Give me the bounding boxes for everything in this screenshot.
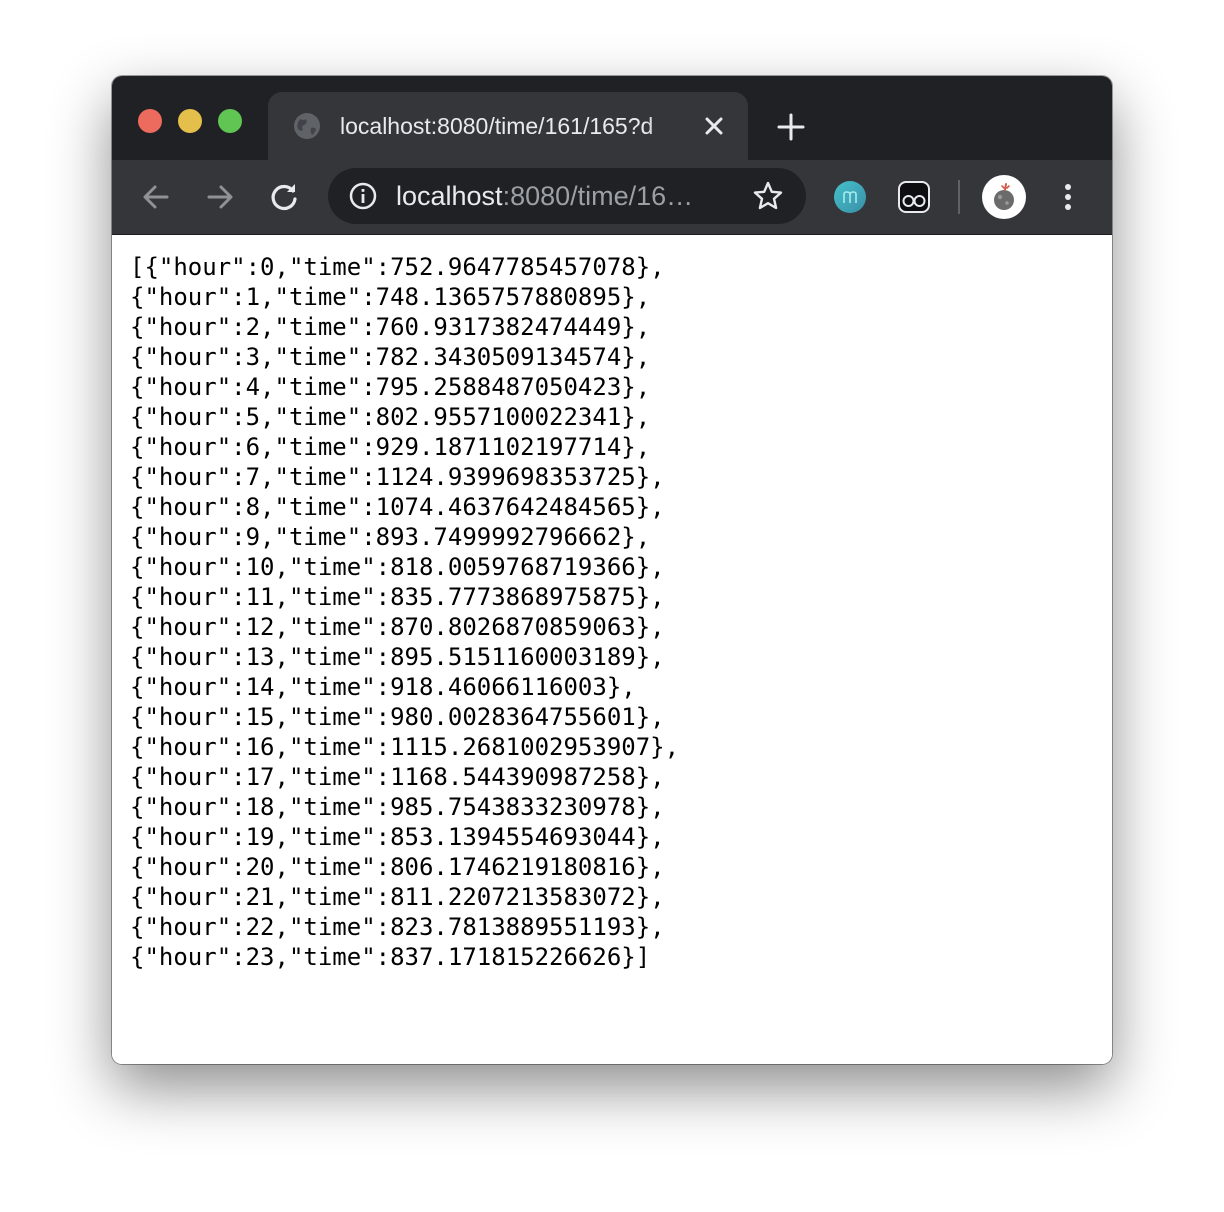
arrow-left-icon[interactable] bbox=[138, 179, 174, 215]
browser-window: localhost:8080/time/161/165?d localhost:… bbox=[112, 76, 1112, 1064]
address-host: localhost bbox=[396, 181, 503, 211]
json-line: {"hour":1,"time":748.1365757880895}, bbox=[130, 283, 651, 311]
json-line: {"hour":7,"time":1124.9399698353725}, bbox=[130, 463, 665, 491]
json-line: [{"hour":0,"time":752.9647785457078}, bbox=[130, 253, 665, 281]
json-line: {"hour":19,"time":853.1394554693044}, bbox=[130, 823, 665, 851]
globe-icon bbox=[294, 113, 320, 139]
json-line: {"hour":14,"time":918.46066116003}, bbox=[130, 673, 636, 701]
tab-strip: localhost:8080/time/161/165?d bbox=[112, 76, 1112, 160]
json-line: {"hour":8,"time":1074.4637642484565}, bbox=[130, 493, 665, 521]
address-text[interactable]: localhost:8080/time/16… bbox=[396, 180, 732, 212]
json-line: {"hour":20,"time":806.1746219180816}, bbox=[130, 853, 665, 881]
json-line: {"hour":12,"time":870.8026870859063}, bbox=[130, 613, 665, 641]
json-line: {"hour":23,"time":837.171815226626}] bbox=[130, 943, 651, 971]
json-line: {"hour":22,"time":823.7813889551193}, bbox=[130, 913, 665, 941]
json-response: [{"hour":0,"time":752.9647785457078}, {"h… bbox=[130, 252, 679, 972]
json-line: {"hour":10,"time":818.0059768719366}, bbox=[130, 553, 665, 581]
json-line: {"hour":11,"time":835.7773868975875}, bbox=[130, 583, 665, 611]
profile-picture-icon bbox=[994, 183, 1014, 210]
kebab-menu-icon[interactable] bbox=[1056, 180, 1080, 214]
close-window-button[interactable] bbox=[138, 109, 162, 133]
tab-title: localhost:8080/time/161/165?d bbox=[340, 113, 654, 139]
info-icon[interactable] bbox=[348, 181, 378, 211]
m-extension-icon[interactable] bbox=[834, 181, 866, 213]
json-line: {"hour":18,"time":985.7543833230978}, bbox=[130, 793, 665, 821]
json-line: {"hour":21,"time":811.2207213583072}, bbox=[130, 883, 665, 911]
json-line: {"hour":6,"time":929.1871102197714}, bbox=[130, 433, 651, 461]
json-line: {"hour":17,"time":1168.544390987258}, bbox=[130, 763, 665, 791]
star-icon[interactable] bbox=[752, 180, 784, 212]
json-line: {"hour":2,"time":760.9317382474449}, bbox=[130, 313, 651, 341]
plus-icon[interactable] bbox=[774, 110, 808, 144]
close-icon[interactable] bbox=[700, 112, 728, 140]
maximize-window-button[interactable] bbox=[218, 109, 242, 133]
json-line: {"hour":13,"time":895.5151160003189}, bbox=[130, 643, 665, 671]
toolbar-divider bbox=[958, 180, 960, 214]
json-line: {"hour":5,"time":802.9557100022341}, bbox=[130, 403, 651, 431]
reload-icon[interactable] bbox=[266, 179, 302, 215]
minimize-window-button[interactable] bbox=[178, 109, 202, 133]
browser-toolbar: localhost:8080/time/16… bbox=[112, 160, 1112, 235]
json-line: {"hour":16,"time":1115.2681002953907}, bbox=[130, 733, 680, 761]
arrow-right-icon[interactable] bbox=[202, 179, 238, 215]
json-line: {"hour":9,"time":893.7499992796662}, bbox=[130, 523, 651, 551]
owl-extension-icon[interactable] bbox=[898, 181, 930, 213]
page-viewport: [{"hour":0,"time":752.9647785457078}, {"h… bbox=[112, 235, 1112, 1064]
json-line: {"hour":15,"time":980.0028364755601}, bbox=[130, 703, 665, 731]
active-tab[interactable]: localhost:8080/time/161/165?d bbox=[268, 92, 748, 160]
address-path: :8080/time/16… bbox=[502, 181, 694, 211]
address-bar[interactable]: localhost:8080/time/16… bbox=[328, 168, 806, 224]
json-line: {"hour":4,"time":795.2588487050423}, bbox=[130, 373, 651, 401]
json-line: {"hour":3,"time":782.3430509134574}, bbox=[130, 343, 651, 371]
avatar[interactable] bbox=[982, 175, 1026, 219]
